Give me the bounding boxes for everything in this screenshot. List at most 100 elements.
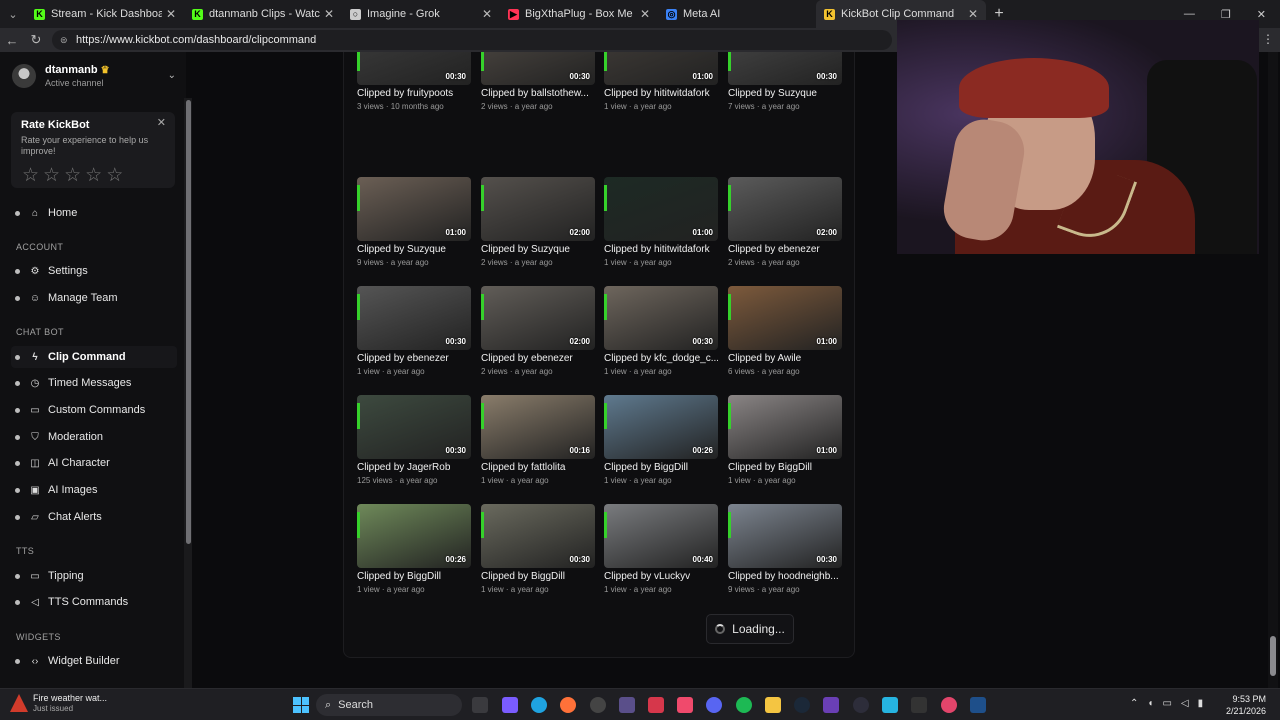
sidebar-item-custom-commands[interactable]: ▭ Custom Commands bbox=[11, 399, 177, 421]
clip-title[interactable]: Clipped by ebenezer bbox=[728, 244, 842, 255]
weather-widget[interactable]: Fire weather wat... Just issued bbox=[10, 693, 107, 713]
star-icon[interactable]: ☆ bbox=[22, 164, 39, 187]
app-icon[interactable] bbox=[970, 697, 986, 713]
sidebar-item-settings[interactable]: ⚙ Settings bbox=[11, 260, 177, 282]
clip-card[interactable]: 01:00 Clipped by hititwitdafork 1 view · a… bbox=[604, 177, 718, 267]
browser-tab[interactable]: Kdtanmanb Clips - Watch Live on K ✕ bbox=[184, 0, 342, 28]
tab-search-icon[interactable]: ⌄ bbox=[0, 0, 26, 28]
page-scrollbar-thumb[interactable] bbox=[1270, 636, 1276, 676]
fx-icon[interactable] bbox=[911, 697, 927, 713]
clip-card[interactable]: 00:26 Clipped by BiggDill 1 view · a year … bbox=[357, 504, 471, 594]
chevron-up-icon[interactable]: ⌃ bbox=[1130, 698, 1138, 709]
close-tab-icon[interactable]: ✕ bbox=[166, 7, 176, 21]
close-tab-icon[interactable]: ✕ bbox=[640, 7, 650, 21]
back-icon[interactable]: ← bbox=[0, 33, 24, 48]
clip-thumbnail[interactable]: 00:30 bbox=[357, 286, 471, 350]
url-field[interactable]: ⊜ https://www.kickbot.com/dashboard/clip… bbox=[52, 30, 892, 50]
sidebar-item-widget-builder[interactable]: ‹› Widget Builder bbox=[11, 650, 177, 672]
spotify-icon[interactable] bbox=[736, 697, 752, 713]
clip-card[interactable]: 00:30 Clipped by Suzyque 7 views · a year … bbox=[728, 52, 842, 111]
task-view-icon[interactable] bbox=[472, 697, 488, 713]
discord-icon[interactable] bbox=[706, 697, 722, 713]
page-scrollbar[interactable] bbox=[1268, 52, 1278, 688]
sidebar-item-chat-alerts[interactable]: ▱ Chat Alerts bbox=[11, 506, 177, 528]
battery-icon[interactable]: ▮ bbox=[1198, 698, 1204, 709]
close-tab-icon[interactable]: ✕ bbox=[324, 7, 334, 21]
clip-title[interactable]: Clipped by Awile bbox=[728, 353, 842, 364]
clip-card[interactable]: 00:30 Clipped by fruitypoots 3 views · 10 … bbox=[357, 52, 471, 111]
site-info-icon[interactable]: ⊜ bbox=[60, 35, 70, 45]
windows-start-icon[interactable] bbox=[293, 697, 309, 713]
star-icon[interactable]: ☆ bbox=[43, 164, 60, 187]
sidebar-item-clip-command[interactable]: ϟ Clip Command bbox=[11, 346, 177, 368]
clip-title[interactable]: Clipped by BiggDill bbox=[357, 571, 471, 582]
clip-thumbnail[interactable]: 01:00 bbox=[604, 52, 718, 85]
loading-button[interactable]: Loading... bbox=[706, 614, 794, 644]
app-icon[interactable] bbox=[853, 697, 869, 713]
close-icon[interactable]: ✕ bbox=[157, 116, 166, 129]
clip-card[interactable]: 02:00 Clipped by Suzyque 2 views · a year … bbox=[481, 177, 595, 267]
clip-card[interactable]: 00:30 Clipped by kfc_dodge_c... 1 view · a… bbox=[604, 286, 718, 376]
restore-icon[interactable]: ❐ bbox=[1221, 8, 1231, 21]
clip-title[interactable]: Clipped by ballstothew... bbox=[481, 88, 595, 99]
sidebar-item-ai-images[interactable]: ▣ AI Images bbox=[11, 479, 177, 501]
app-icon[interactable] bbox=[619, 697, 635, 713]
sidebar-item-tts-commands[interactable]: ◁ TTS Commands bbox=[11, 591, 177, 613]
reload-icon[interactable]: ↻ bbox=[24, 32, 48, 48]
clip-thumbnail[interactable]: 00:30 bbox=[481, 52, 595, 85]
channel-switcher[interactable]: dtanmanb ♛ Active channel ⌄ bbox=[12, 62, 182, 90]
clip-title[interactable]: Clipped by ebenezer bbox=[357, 353, 471, 364]
clip-thumbnail[interactable]: 01:00 bbox=[604, 177, 718, 241]
star-icon[interactable]: ☆ bbox=[106, 164, 123, 187]
minimize-icon[interactable]: — bbox=[1184, 8, 1195, 20]
clip-card[interactable]: 00:16 Clipped by fattlolita 1 view · a yea… bbox=[481, 395, 595, 485]
clip-title[interactable]: Clipped by JagerRob bbox=[357, 462, 471, 473]
clip-thumbnail[interactable]: 00:30 bbox=[357, 395, 471, 459]
clip-thumbnail[interactable]: 00:16 bbox=[481, 395, 595, 459]
clip-thumbnail[interactable]: 00:40 bbox=[604, 504, 718, 568]
clip-thumbnail[interactable]: 00:26 bbox=[604, 395, 718, 459]
app-icon[interactable] bbox=[823, 697, 839, 713]
clip-thumbnail[interactable]: 00:30 bbox=[357, 52, 471, 85]
volume-icon[interactable]: ◁ bbox=[1181, 698, 1189, 709]
clip-card[interactable]: 00:30 Clipped by ballstothew... 2 views · … bbox=[481, 52, 595, 111]
clip-title[interactable]: Clipped by Suzyque bbox=[357, 244, 471, 255]
clip-card[interactable]: 00:30 Clipped by ebenezer 1 view · a year … bbox=[357, 286, 471, 376]
obs-icon[interactable] bbox=[590, 697, 606, 713]
clip-title[interactable]: Clipped by BiggDill bbox=[481, 571, 595, 582]
browser-tab[interactable]: K Stream - Kick Dashboard ✕ bbox=[26, 0, 184, 28]
sidebar-item-home[interactable]: ⌂ Home bbox=[11, 202, 177, 224]
close-window-icon[interactable]: ✕ bbox=[1257, 8, 1266, 21]
clip-title[interactable]: Clipped by fattlolita bbox=[481, 462, 595, 473]
clip-title[interactable]: Clipped by Suzyque bbox=[481, 244, 595, 255]
app-icon[interactable] bbox=[648, 697, 664, 713]
folder-icon[interactable] bbox=[765, 697, 781, 713]
sidebar-item-manage-team[interactable]: ☺ Manage Team bbox=[11, 287, 177, 309]
clip-card[interactable]: 01:00 Clipped by hititwitdafork 1 view · a… bbox=[604, 52, 718, 111]
music-icon[interactable] bbox=[677, 697, 693, 713]
clip-title[interactable]: Clipped by Suzyque bbox=[728, 88, 842, 99]
clip-card[interactable]: 00:40 Clipped by vLuckyv 1 view · a year a… bbox=[604, 504, 718, 594]
browser-tab[interactable]: ▶ BigXthaPlug - Box Me Up feat. Jel ✕ bbox=[500, 0, 658, 28]
clip-thumbnail[interactable]: 00:30 bbox=[604, 286, 718, 350]
microphone-icon[interactable]: ◖ bbox=[1147, 698, 1153, 709]
star-icon[interactable]: ☆ bbox=[64, 164, 81, 187]
clip-card[interactable]: 00:30 Clipped by BiggDill 1 view · a year … bbox=[481, 504, 595, 594]
taskbar-search[interactable]: ⌕ Search bbox=[316, 694, 462, 716]
clip-thumbnail[interactable]: 01:00 bbox=[728, 395, 842, 459]
clip-thumbnail[interactable]: 02:00 bbox=[728, 177, 842, 241]
clip-title[interactable]: Clipped by hititwitdafork bbox=[604, 244, 718, 255]
clip-card[interactable]: 00:26 Clipped by BiggDill 1 view · a year … bbox=[604, 395, 718, 485]
sidebar-item-ai-character[interactable]: ◫ AI Character bbox=[11, 452, 177, 474]
steam-icon[interactable] bbox=[794, 697, 810, 713]
clip-thumbnail[interactable]: 02:00 bbox=[481, 177, 595, 241]
close-tab-icon[interactable]: ✕ bbox=[968, 7, 978, 21]
clip-title[interactable]: Clipped by fruitypoots bbox=[357, 88, 471, 99]
sidebar-item-timed-messages[interactable]: ◷ Timed Messages bbox=[11, 372, 177, 394]
clip-card[interactable]: 02:00 Clipped by ebenezer 2 views · a year… bbox=[481, 286, 595, 376]
browser-tab[interactable]: ◎ Meta AI bbox=[658, 0, 816, 28]
clip-title[interactable]: Clipped by hititwitdafork bbox=[604, 88, 718, 99]
sidebar-scrollbar-thumb[interactable] bbox=[186, 100, 191, 544]
sidebar-item-moderation[interactable]: ⛉ Moderation bbox=[11, 426, 177, 448]
clip-thumbnail[interactable]: 02:00 bbox=[481, 286, 595, 350]
